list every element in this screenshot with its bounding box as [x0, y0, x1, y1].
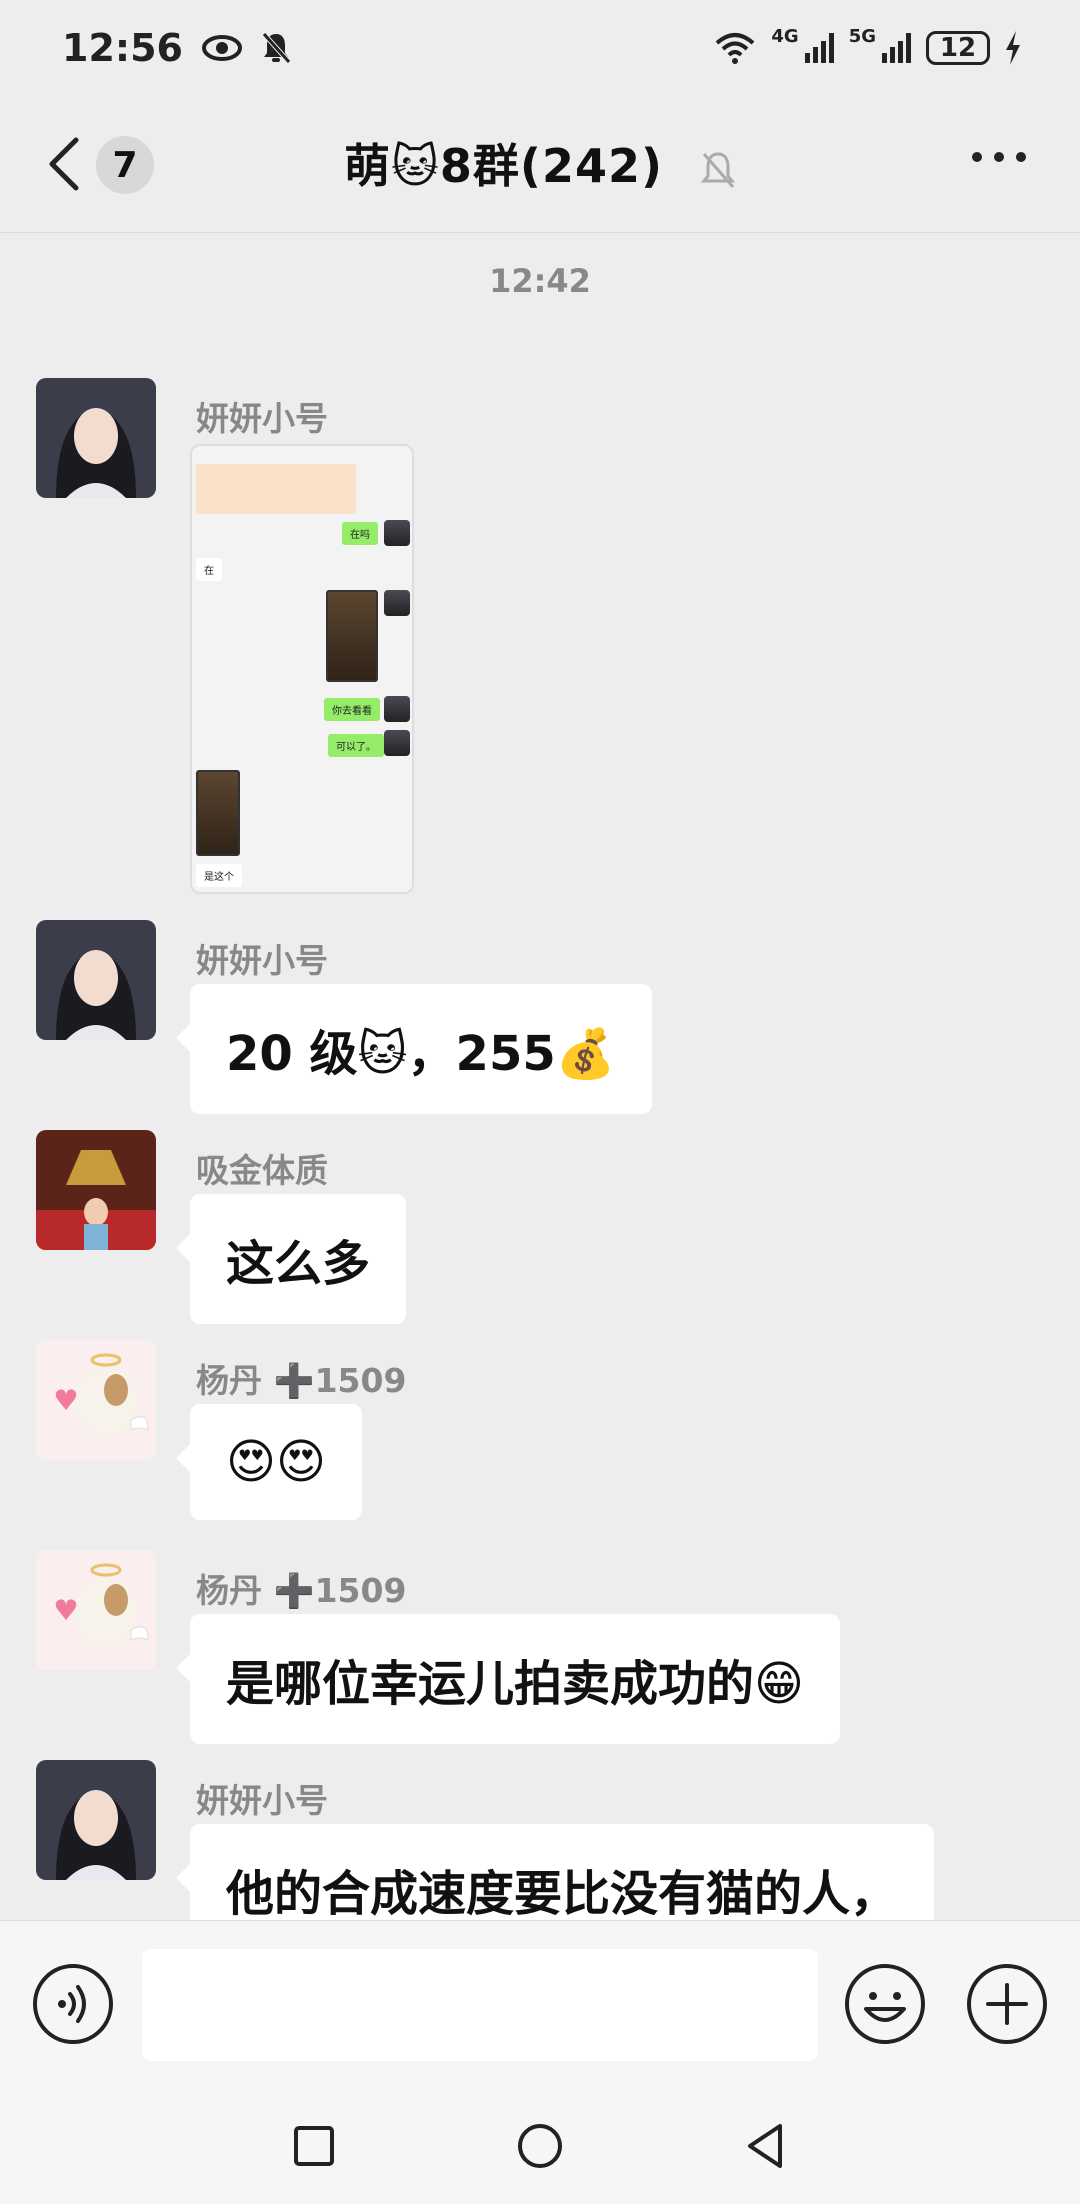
signal-4g-icon [804, 33, 834, 63]
network-4g-label: 4G [771, 25, 799, 47]
input-bar [0, 1920, 1080, 2088]
message-item: 妍妍小号 在吗 在 你去看看 可以了。 是这个 [36, 378, 1036, 898]
message-bubble[interactable]: 20 级🐱，255💰 [176, 984, 652, 1114]
chat-title-wrap: 萌🐱8群(242) [0, 130, 1080, 196]
avatar[interactable] [36, 378, 156, 498]
image-text: 在吗 [342, 522, 378, 545]
image-text: 在 [196, 558, 222, 581]
avatar-photo-icon [36, 1130, 156, 1250]
message-input[interactable] [142, 1949, 818, 2061]
home-icon[interactable] [510, 2116, 570, 2176]
emoji-icon[interactable] [844, 1963, 926, 2045]
message-bubble[interactable]: 是哪位幸运儿拍卖成功的😁 [175, 1614, 841, 1744]
message-item: 吸金体质 这么多 [36, 1130, 1036, 1330]
system-navigation-bar [0, 2088, 1080, 2204]
sender-name: 妍妍小号 [196, 1781, 328, 1820]
more-dot-icon [1016, 152, 1026, 162]
sender-name: 妍妍小号 [196, 399, 328, 438]
chat-header: 7 萌🐱8群(242) [0, 100, 1080, 228]
message-timestamp: 12:42 [489, 262, 591, 300]
sender-name: 杨丹 ➕1509 [196, 1571, 407, 1610]
bell-off-icon [262, 32, 291, 64]
image-avatar [384, 730, 410, 756]
message-item: 杨丹 ➕1509 😍😍 [36, 1340, 1036, 1540]
image-avatar [384, 696, 410, 722]
sender-name: 杨丹 ➕1509 [196, 1361, 407, 1400]
image-avatar [384, 590, 410, 616]
add-attachment-icon[interactable] [966, 1963, 1048, 2045]
avatar-portrait-icon [36, 920, 156, 1040]
recent-apps-icon[interactable] [284, 2116, 344, 2176]
image-text: 可以了。 [328, 734, 384, 757]
sender-name: 妍妍小号 [196, 941, 328, 980]
more-options-button[interactable] [972, 152, 1026, 162]
image-card-preview [196, 464, 356, 514]
chat-title[interactable]: 萌🐱8群(242) [344, 139, 663, 193]
header-divider [0, 232, 1080, 233]
sender-name: 吸金体质 [196, 1151, 328, 1190]
avatar[interactable] [36, 920, 156, 1040]
message-item: 妍妍小号 他的合成速度要比没有猫的人， [36, 1760, 1036, 1920]
more-dot-icon [972, 152, 982, 162]
image-message[interactable]: 在吗 在 你去看看 可以了。 是这个 [190, 444, 414, 894]
message-item: 妍妍小号 20 级🐱，255💰 [36, 920, 1036, 1120]
avatar[interactable] [36, 1340, 156, 1460]
avatar-cartoon-dog-icon [36, 1550, 156, 1670]
image-avatar [384, 520, 410, 546]
status-bar: 12:56 4G 5G 12 [0, 0, 1080, 96]
avatar[interactable] [36, 1130, 156, 1250]
message-bubble[interactable]: 他的合成速度要比没有猫的人， [175, 1824, 935, 1920]
more-dot-icon [994, 152, 1004, 162]
signal-5g-icon [882, 33, 911, 63]
wifi-icon [716, 33, 755, 64]
muted-bell-icon [700, 151, 736, 188]
avatar[interactable] [36, 1760, 156, 1880]
charging-icon [1006, 31, 1020, 65]
image-text: 你去看看 [324, 698, 380, 721]
battery-level: 12 [939, 33, 977, 63]
status-time: 12:56 [62, 26, 183, 70]
message-bubble[interactable]: 这么多 [175, 1194, 407, 1324]
avatar[interactable] [36, 1550, 156, 1670]
network-5g-label: 5G [848, 25, 876, 47]
message-item: 杨丹 ➕1509 是哪位幸运儿拍卖成功的😁 [36, 1550, 1036, 1750]
image-text: 是这个 [196, 864, 242, 887]
avatar-portrait-icon [36, 1760, 156, 1880]
battery-indicator: 12 [926, 31, 990, 65]
message-bubble[interactable]: 😍😍 [175, 1404, 363, 1520]
image-thumbnail [326, 590, 378, 682]
eye-icon [201, 35, 242, 61]
avatar-portrait-icon [36, 378, 156, 498]
avatar-cartoon-dog-icon [36, 1340, 156, 1460]
back-icon[interactable] [736, 2116, 796, 2176]
chat-message-list[interactable]: 12:42 妍妍小号 在吗 在 你去看看 可以了。 是这个 妍妍小号 20 级🐱… [0, 236, 1080, 1920]
image-thumbnail [196, 770, 240, 856]
voice-input-icon[interactable] [32, 1963, 114, 2045]
